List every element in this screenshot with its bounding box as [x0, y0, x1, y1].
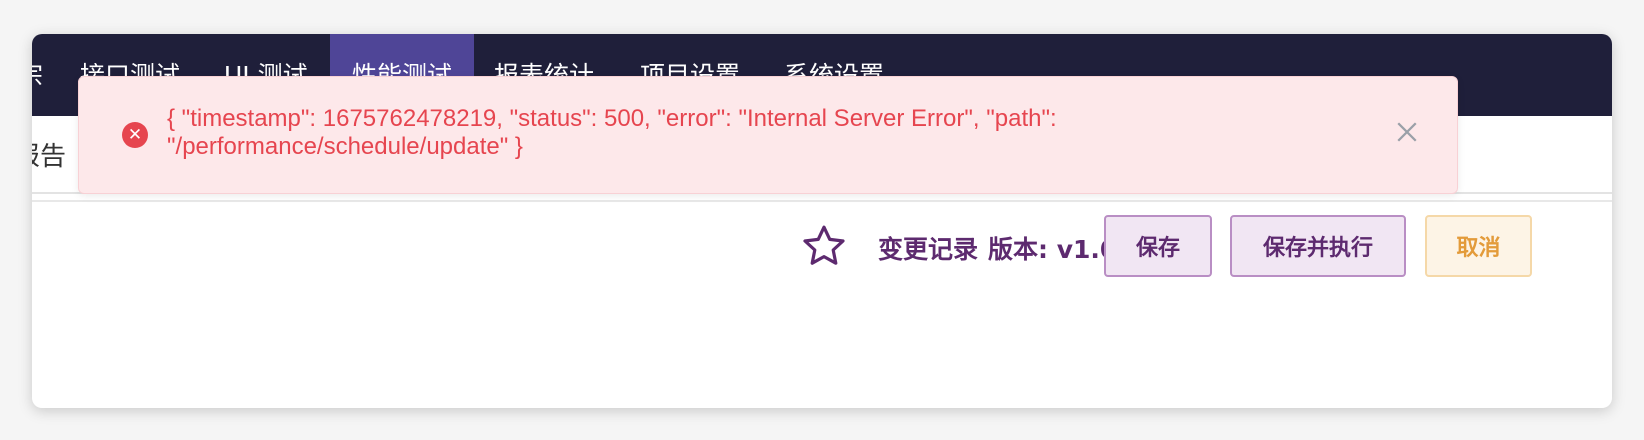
- close-icon[interactable]: [1392, 117, 1422, 147]
- error-circle-icon: ✕: [122, 122, 148, 148]
- error-alert: ✕ { "timestamp": 1675762478219, "status"…: [78, 76, 1458, 194]
- changelog-link[interactable]: 变更记录: [878, 230, 978, 266]
- save-button[interactable]: 保存: [1104, 215, 1212, 277]
- star-icon[interactable]: [800, 222, 848, 270]
- save-and-execute-button[interactable]: 保存并执行: [1230, 215, 1406, 277]
- cancel-button[interactable]: 取消: [1425, 215, 1532, 277]
- error-message: { "timestamp": 1675762478219, "status": …: [167, 105, 1057, 160]
